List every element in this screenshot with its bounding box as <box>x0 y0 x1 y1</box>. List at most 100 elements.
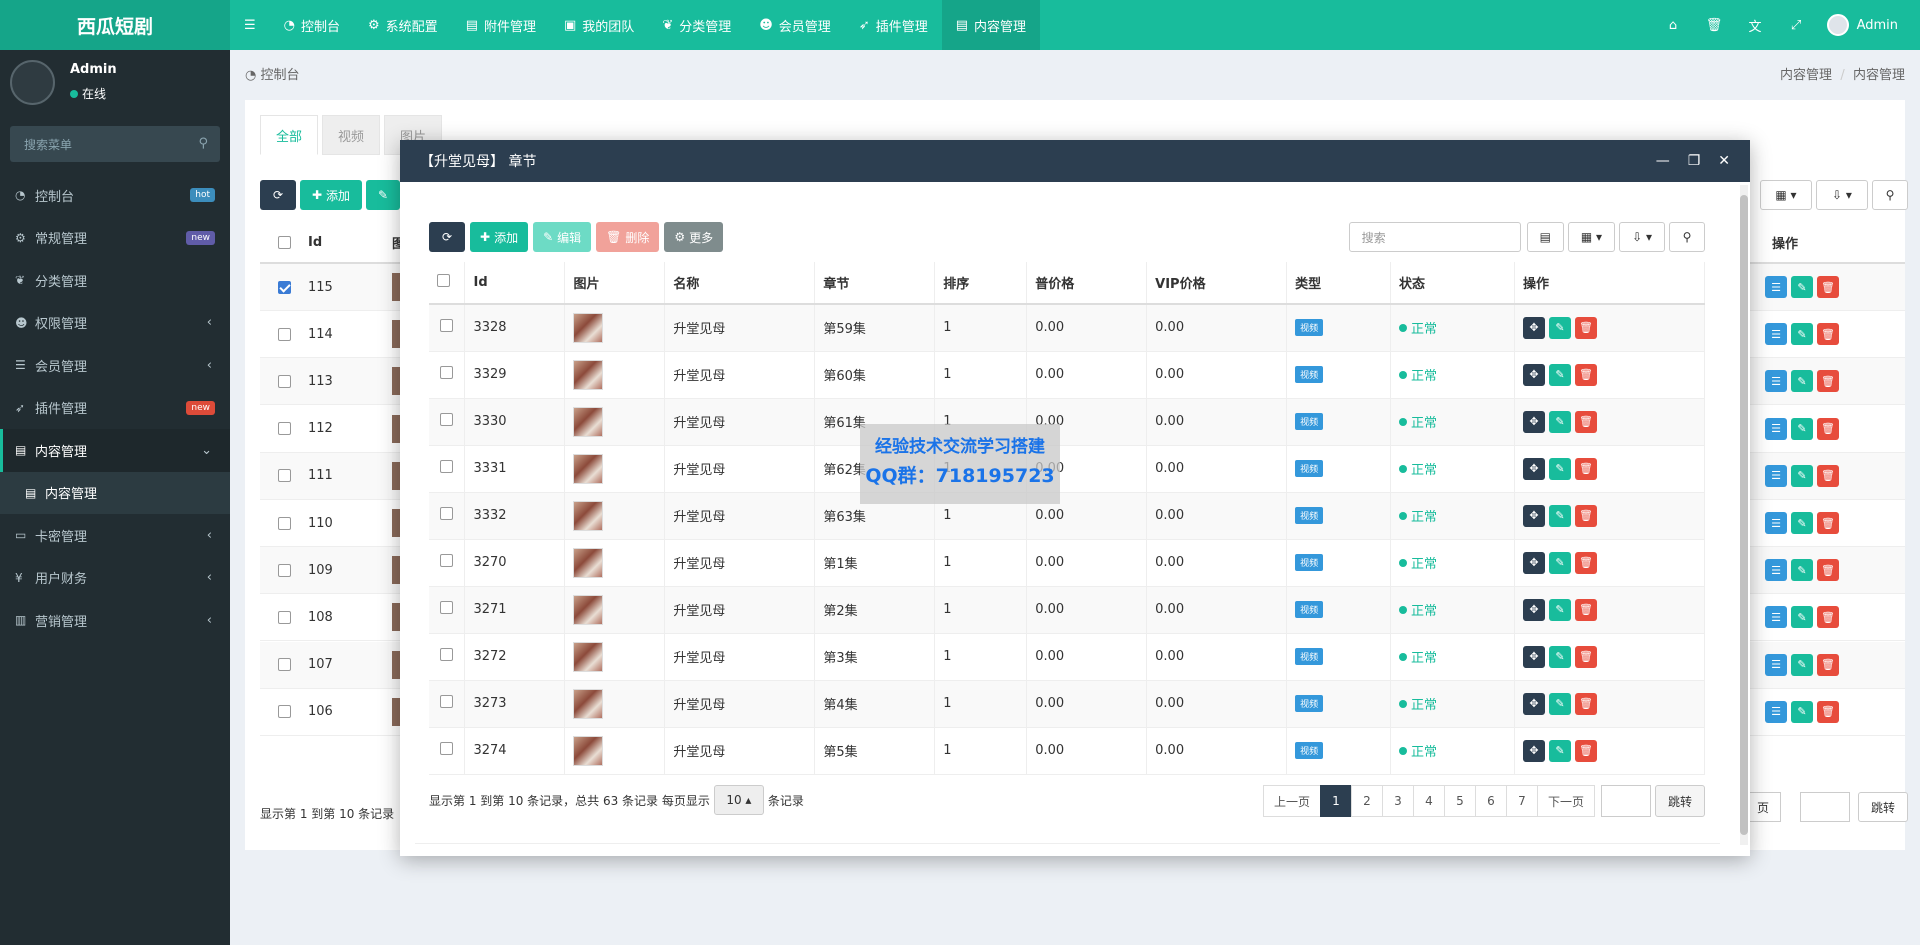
drag-move-icon[interactable]: ✥ <box>1522 410 1545 433</box>
drag-move-icon[interactable]: ✥ <box>1522 551 1545 574</box>
delete-icon[interactable]: 🗑 <box>1817 417 1839 440</box>
thumbnail-image[interactable] <box>573 406 604 437</box>
row-checkbox-cell[interactable] <box>429 398 466 446</box>
thumbnail-image[interactable] <box>573 453 604 484</box>
drag-move-icon[interactable]: ✥ <box>1522 363 1545 386</box>
row-checkbox[interactable] <box>440 507 454 520</box>
prev-page-button[interactable]: 上一页 <box>1262 785 1321 817</box>
top-nav-item[interactable]: ▣ 我的团队 <box>550 0 648 50</box>
export-button[interactable]: ⇩ ▾ <box>1619 222 1665 252</box>
edit-icon[interactable]: ✎ <box>1548 363 1571 386</box>
row-checkbox-cell[interactable] <box>429 304 466 352</box>
edit-button[interactable]: ✎ 编辑 <box>533 222 592 252</box>
app-logo[interactable]: 西瓜短剧 <box>0 0 230 50</box>
delete-icon[interactable]: 🗑 <box>1574 410 1597 433</box>
bg-row-checkbox[interactable] <box>260 280 308 294</box>
thumbnail-image[interactable] <box>573 312 604 343</box>
bg-row-checkbox[interactable] <box>260 658 308 672</box>
drag-move-icon[interactable]: ✥ <box>1522 739 1545 762</box>
list-icon[interactable]: ☰ <box>1765 323 1787 346</box>
delete-icon[interactable]: 🗑 <box>1574 739 1597 762</box>
row-checkbox[interactable] <box>440 460 454 473</box>
delete-icon[interactable]: 🗑 <box>1574 692 1597 715</box>
delete-button[interactable]: 🗑 删除 <box>596 222 660 252</box>
jump-button[interactable]: 跳转 <box>1654 785 1705 817</box>
list-icon[interactable]: ☰ <box>1765 653 1787 676</box>
language-icon[interactable]: 文 <box>1735 0 1776 50</box>
tab-video[interactable]: 视频 <box>322 115 381 155</box>
checkbox[interactable] <box>277 705 291 719</box>
edit-icon[interactable]: ✎ <box>1791 559 1813 582</box>
top-nav-item[interactable]: ◔ 控制台 <box>270 0 354 50</box>
edit-icon[interactable]: ✎ <box>1791 370 1813 393</box>
thumbnail-image[interactable] <box>573 735 604 766</box>
page-button[interactable]: 7 <box>1505 785 1538 817</box>
sidebar-item[interactable]: ☰ 会员管理 ‹ <box>0 344 230 387</box>
bg-row-checkbox[interactable] <box>260 327 308 341</box>
checkbox[interactable] <box>277 469 291 483</box>
table-row[interactable]: 3328 升堂见母 第59集 1 0.00 0.00 视频 正常 ✥ ✎ 🗑 <box>429 304 1706 352</box>
bg-columns-button[interactable]: ▦ ▾ <box>1760 180 1812 210</box>
delete-icon[interactable]: 🗑 <box>1817 559 1839 582</box>
drag-move-icon[interactable]: ✥ <box>1522 504 1545 527</box>
row-checkbox[interactable] <box>440 742 454 755</box>
delete-icon[interactable]: 🗑 <box>1817 512 1839 534</box>
list-icon[interactable]: ☰ <box>1765 512 1787 534</box>
list-icon[interactable]: ☰ <box>1765 606 1787 629</box>
row-checkbox-cell[interactable] <box>429 680 466 728</box>
table-row[interactable]: 3272 升堂见母 第3集 1 0.00 0.00 视频 正常 ✥ ✎ 🗑 <box>429 633 1706 681</box>
add-button[interactable]: ✚ 添加 <box>470 222 529 252</box>
edit-icon[interactable]: ✎ <box>1791 653 1813 676</box>
bg-row-checkbox[interactable] <box>260 374 308 388</box>
top-nav-item[interactable]: ☻ 会员管理 <box>745 0 845 50</box>
row-checkbox[interactable] <box>440 554 454 567</box>
list-icon[interactable]: ☰ <box>1765 700 1787 723</box>
sidebar-item[interactable]: ❦ 分类管理 <box>0 259 230 302</box>
checkbox[interactable] <box>277 516 291 530</box>
thumbnail-image[interactable] <box>573 547 604 578</box>
menu-search-input[interactable]: 搜索菜单 <box>24 136 72 153</box>
table-row[interactable]: 3329 升堂见母 第60集 1 0.00 0.00 视频 正常 ✥ ✎ 🗑 <box>429 351 1706 399</box>
trash-icon[interactable]: 🗑 <box>1694 0 1735 50</box>
delete-icon[interactable]: 🗑 <box>1817 653 1839 676</box>
bg-row-checkbox[interactable] <box>260 469 308 483</box>
edit-icon[interactable]: ✎ <box>1791 276 1813 298</box>
maximize-icon[interactable]: ❐ <box>1688 153 1701 169</box>
toggle-view-button[interactable]: ▤ <box>1526 222 1564 252</box>
row-checkbox[interactable] <box>440 319 454 333</box>
sidebar-item[interactable]: ¥ 用户财务 ‹ <box>0 557 230 600</box>
top-nav-item[interactable]: ➶ 插件管理 <box>845 0 942 50</box>
tab-all[interactable]: 全部 <box>260 115 319 155</box>
table-row[interactable]: 3270 升堂见母 第1集 1 0.00 0.00 视频 正常 ✥ ✎ 🗑 <box>429 539 1706 587</box>
bg-row-checkbox[interactable] <box>260 516 308 530</box>
drag-move-icon[interactable]: ✥ <box>1522 316 1545 339</box>
row-checkbox-cell[interactable] <box>429 633 466 681</box>
bg-add-button[interactable]: ✚ 添加 <box>300 180 362 210</box>
edit-icon[interactable]: ✎ <box>1791 417 1813 440</box>
search-icon[interactable]: ⚲ <box>198 136 208 151</box>
page-button[interactable]: 5 <box>1443 785 1476 817</box>
list-icon[interactable]: ☰ <box>1765 417 1787 440</box>
drag-move-icon[interactable]: ✥ <box>1522 598 1545 621</box>
close-icon[interactable]: ✕ <box>1718 153 1730 169</box>
row-checkbox[interactable] <box>440 695 454 708</box>
admin-menu[interactable]: Admin <box>1817 14 1920 36</box>
edit-icon[interactable]: ✎ <box>1548 457 1571 480</box>
fullscreen-icon[interactable]: ⤢ <box>1776 0 1817 50</box>
checkbox[interactable] <box>277 327 291 341</box>
page-button[interactable]: 2 <box>1350 785 1383 817</box>
bg-jump-input[interactable] <box>1800 792 1850 822</box>
edit-icon[interactable]: ✎ <box>1791 606 1813 629</box>
row-checkbox-cell[interactable] <box>429 539 466 587</box>
delete-icon[interactable]: 🗑 <box>1817 370 1839 393</box>
jump-page-input[interactable] <box>1600 785 1651 817</box>
top-nav-item[interactable]: ⚙ 系统配置 <box>354 0 452 50</box>
minimize-icon[interactable]: — <box>1656 153 1670 169</box>
sidebar-item[interactable]: ⚙ 常规管理 new <box>0 217 230 260</box>
sidebar-item[interactable]: ◔ 控制台 hot <box>0 174 230 217</box>
edit-icon[interactable]: ✎ <box>1548 504 1571 527</box>
bg-row-checkbox[interactable] <box>260 422 308 436</box>
select-all-checkbox[interactable] <box>437 274 450 287</box>
delete-icon[interactable]: 🗑 <box>1817 276 1839 298</box>
refresh-button[interactable]: ⟳ <box>429 222 465 252</box>
